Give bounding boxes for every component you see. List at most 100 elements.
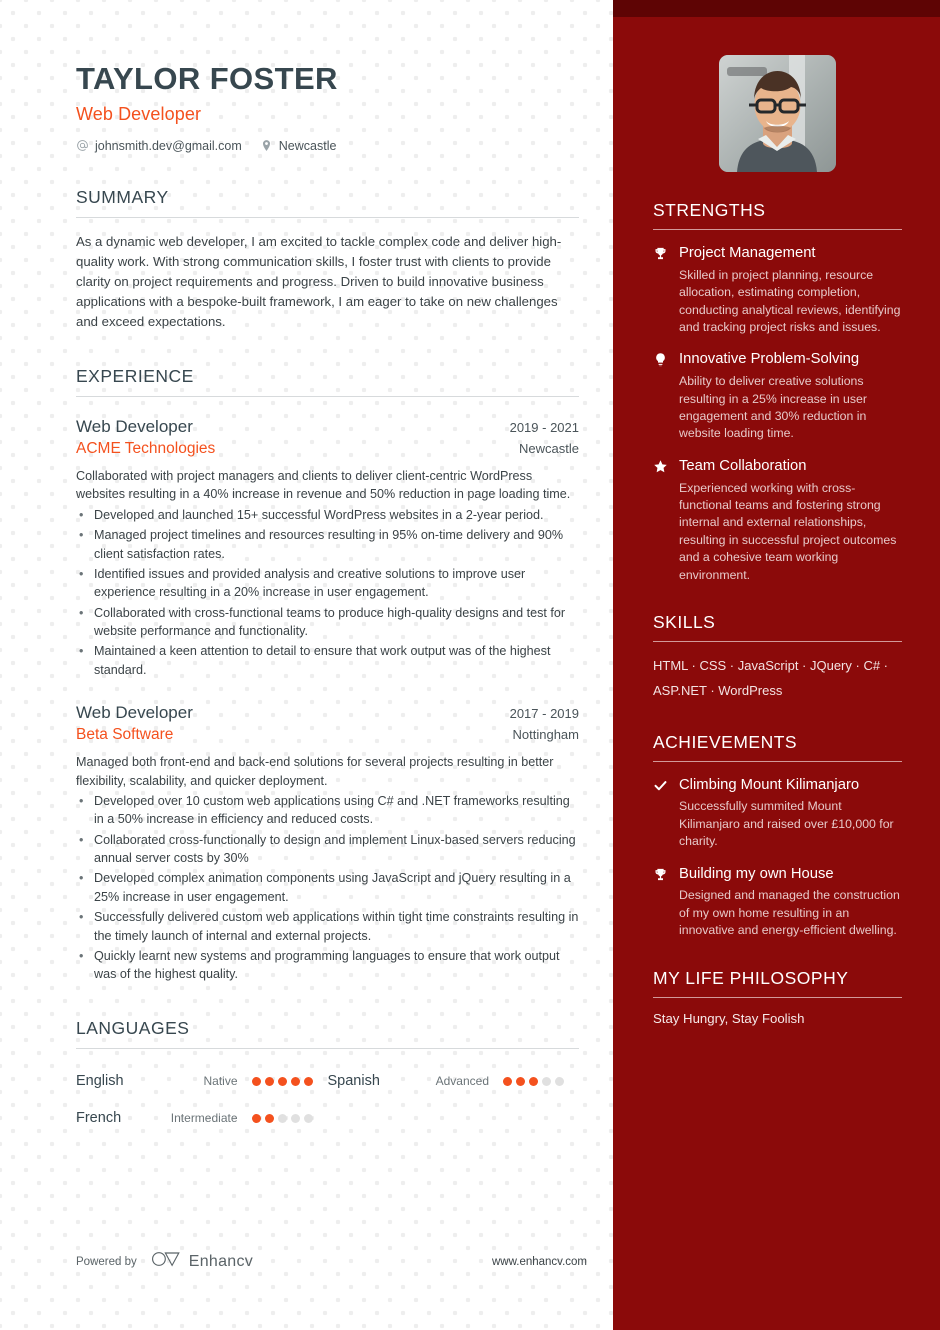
achievement-description: Designed and managed the construction of… <box>679 888 900 938</box>
rating-dot <box>516 1076 525 1086</box>
skills-heading: SKILLS <box>653 612 716 633</box>
philosophy-section: MY LIFE PHILOSOPHY Stay Hungry, Stay Foo… <box>653 968 902 1026</box>
strength-title: Innovative Problem-Solving <box>679 351 860 368</box>
job-bullet: • Developed and launched 15+ successful W… <box>76 506 579 524</box>
skills-section: SKILLS HTML · CSS · JavaScript · JQuery … <box>653 612 902 703</box>
job-role: Web Developer <box>76 703 193 723</box>
bullet-dot: • <box>79 832 84 847</box>
contact-email-text: johnsmith.dev@gmail.com <box>95 138 242 153</box>
achievements-heading: ACHIEVEMENTS <box>653 731 798 752</box>
bullet-dot: • <box>79 605 84 620</box>
bullet-dot: • <box>79 528 84 543</box>
language-rating <box>503 1076 579 1086</box>
job-location: Newcastle <box>519 441 579 457</box>
language-level: Intermediate <box>170 1111 238 1126</box>
job-bullet-text: Successfully delivered custom web applic… <box>94 910 579 943</box>
bullet-dot: • <box>79 910 84 925</box>
language-level: Native <box>203 1074 238 1089</box>
language-item: Spanish Advanced <box>328 1063 580 1100</box>
trophy-icon <box>653 244 679 336</box>
philosophy-divider <box>653 996 902 998</box>
experience-entry: Web Developer 2017 - 2019 Beta Software … <box>76 703 579 984</box>
job-bullet: • Quickly learnt new systems and programm… <box>76 947 579 984</box>
language-item: French Intermediate <box>76 1100 328 1137</box>
contact-location: Newcastle <box>260 138 337 153</box>
languages-section: LANGUAGES English Native Spanish Advance… <box>76 1018 579 1137</box>
rating-dot <box>542 1076 551 1086</box>
main-column: TAYLOR FOSTER Web Developer johnsmith.de… <box>0 0 613 1330</box>
skills-list: HTML · CSS · JavaScript · JQuery · C# · … <box>653 658 888 698</box>
job-bullet-text: Identified issues and provided analysis … <box>94 566 526 600</box>
job-bullet-text: Quickly learnt new systems and programmi… <box>94 948 560 982</box>
experience-entry: Web Developer 2019 - 2021 ACME Technolog… <box>76 417 579 679</box>
strength-description: Experienced working with cross-functiona… <box>679 480 897 582</box>
contact-email[interactable]: johnsmith.dev@gmail.com <box>76 139 242 153</box>
strength-description: Skilled in project planning, resource al… <box>679 267 901 334</box>
languages-heading: LANGUAGES <box>76 1017 190 1038</box>
strengths-heading: STRENGTHS <box>653 200 766 220</box>
achievement-title: Building my own House <box>679 865 834 882</box>
job-date: 2019 - 2021 <box>509 420 579 436</box>
contact-location-text: Newcastle <box>278 138 337 153</box>
language-rating <box>251 1113 328 1123</box>
job-bullet-list: • Developed and launched 15+ successful W… <box>76 506 579 679</box>
at-icon <box>76 139 89 152</box>
sidebar: STRENGTHS Project Management Skilled in … <box>613 0 940 1330</box>
contact-list: johnsmith.dev@gmail.com Newcastle <box>76 139 579 153</box>
rating-dot <box>251 1113 261 1123</box>
star-icon <box>653 457 679 584</box>
strength-title: Project Management <box>679 245 816 261</box>
job-description: Collaborated with project managers and c… <box>76 469 571 502</box>
philosophy-text: Stay Hungry, Stay Foolish <box>653 1010 805 1026</box>
strength-item: Team Collaboration Experienced working w… <box>653 457 902 584</box>
language-list: English Native Spanish Advanced French I… <box>76 1063 579 1137</box>
rating-dot <box>503 1076 512 1086</box>
summary-section: SUMMARY As a dynamic web developer, I am… <box>76 187 579 332</box>
rating-dot <box>264 1076 274 1086</box>
rating-dot <box>277 1113 287 1123</box>
powered-by-label: Powered by <box>76 1255 137 1268</box>
rating-dot <box>290 1113 300 1123</box>
job-description: Managed both front-end and back-end solu… <box>76 755 554 788</box>
lightbulb-icon <box>653 350 679 442</box>
enhancv-website[interactable]: www.enhancv.com <box>492 1256 587 1268</box>
bullet-dot: • <box>79 644 84 659</box>
strength-title: Team Collaboration <box>679 457 807 474</box>
enhancv-brand-name: Enhancv <box>188 1252 254 1270</box>
check-icon <box>653 776 679 851</box>
bullet-dot: • <box>79 566 84 581</box>
strength-item: Innovative Problem-Solving Ability to de… <box>653 350 902 442</box>
bullet-dot: • <box>79 871 84 886</box>
achievement-title: Climbing Mount Kilimanjaro <box>679 776 860 793</box>
job-bullet: • Successfully delivered custom web appli… <box>76 908 579 945</box>
strengths-divider <box>653 229 902 230</box>
enhancv-brand: Enhancv <box>151 1250 253 1273</box>
job-bullet-text: Collaborated with cross-functional teams… <box>94 605 566 639</box>
language-name: French <box>76 1110 122 1127</box>
achievement-description: Successfully summited Mount Kilimanjaro … <box>679 799 894 849</box>
experience-divider <box>76 396 579 398</box>
experience-heading: EXPERIENCE <box>76 366 194 387</box>
job-bullet: • Identified issues and provided analysis… <box>76 565 579 602</box>
experience-section: EXPERIENCE Web Developer 2019 - 2021 ACM… <box>76 366 579 984</box>
achievements-divider <box>653 760 902 762</box>
rating-dot <box>529 1076 538 1086</box>
resume-page: TAYLOR FOSTER Web Developer johnsmith.de… <box>0 0 940 1330</box>
summary-heading: SUMMARY <box>76 186 169 207</box>
job-company: ACME Technologies <box>76 440 216 458</box>
bullet-dot: • <box>79 507 84 522</box>
language-level: Advanced <box>435 1074 489 1089</box>
achievement-item: Building my own House Designed and manag… <box>653 865 902 940</box>
job-bullet: • Developed complex animation components … <box>76 869 579 906</box>
rating-dot <box>264 1113 274 1123</box>
avatar <box>719 55 836 172</box>
achievement-item: Climbing Mount Kilimanjaro Successfully … <box>653 776 902 851</box>
rating-dot <box>251 1076 261 1086</box>
job-bullet-list: • Developed over 10 custom web applicatio… <box>76 792 579 984</box>
language-name: English <box>76 1073 124 1090</box>
job-bullet-text: Developed and launched 15+ successful Wo… <box>94 507 544 522</box>
avatar-illustration <box>719 55 836 172</box>
rating-dot <box>277 1076 287 1086</box>
rating-dot <box>290 1076 300 1086</box>
skills-divider <box>653 641 902 643</box>
